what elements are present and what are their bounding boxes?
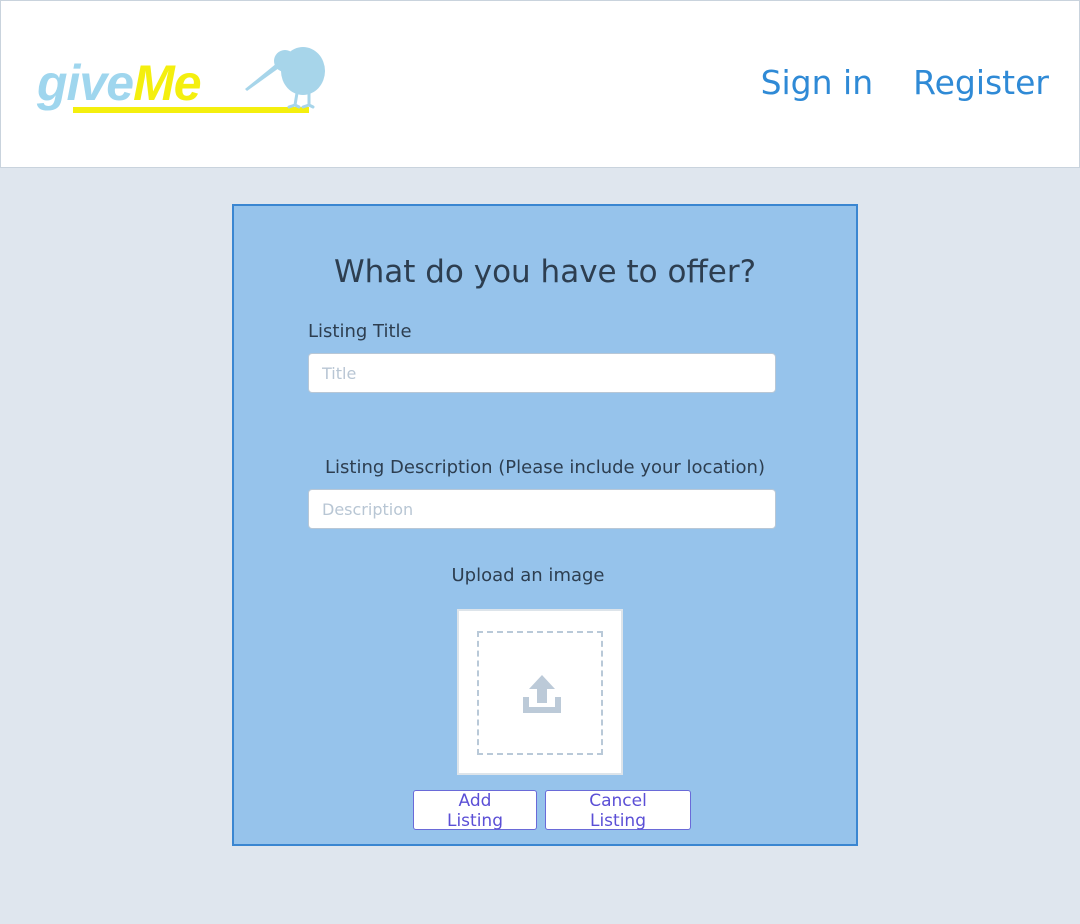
site-header: giveMe Sign in Register [0,0,1080,168]
header-nav: Sign in Register [761,63,1049,103]
upload-icon [523,675,561,713]
cancel-listing-button[interactable]: Cancel Listing [545,790,691,831]
upload-dashed-area [477,631,603,755]
listing-description-label: Listing Description (Please include your… [325,457,765,478]
register-link[interactable]: Register [913,63,1049,103]
logo-text: giveMe [37,53,202,113]
image-upload-dropzone[interactable] [457,609,623,775]
add-listing-button[interactable]: Add Listing [413,790,537,831]
kiwi-bird-icon [245,47,325,109]
offer-form-card: What do you have to offer? Listing Title… [232,204,858,846]
signin-link[interactable]: Sign in [761,63,874,103]
listing-title-input[interactable] [308,353,776,393]
site-logo[interactable]: giveMe [35,41,335,121]
logo-text-give: give [37,55,134,111]
listing-title-label: Listing Title [308,321,412,342]
form-title: What do you have to offer? [333,254,757,290]
upload-image-label: Upload an image [451,565,605,586]
logo-text-me: Me [133,55,201,111]
listing-description-input[interactable] [308,489,776,529]
